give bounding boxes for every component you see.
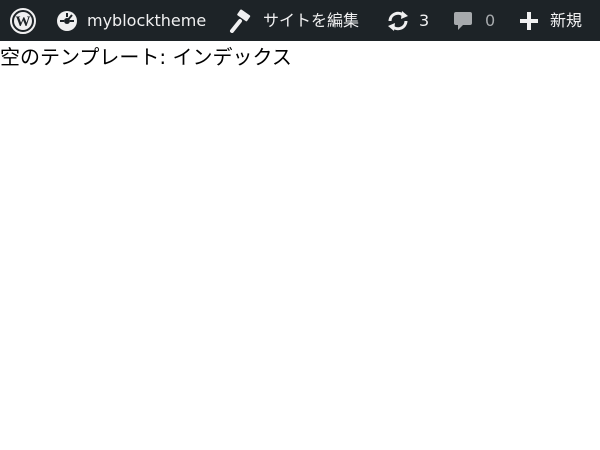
updates-count: 3 <box>419 11 430 30</box>
new-content-label: 新規 <box>550 11 583 30</box>
paintbrush-icon <box>228 8 254 33</box>
admin-bar: W myblocktheme サイトを編集 3 0 新規 <box>0 0 600 41</box>
dashboard-gauge-icon <box>56 10 78 32</box>
wp-logo-menu[interactable]: W <box>8 0 38 41</box>
comments-button[interactable]: 0 <box>452 0 495 41</box>
edit-site-label: サイトを編集 <box>263 11 360 30</box>
comment-bubble-icon <box>452 10 474 32</box>
svg-text:W: W <box>16 14 31 30</box>
new-content-button[interactable]: 新規 <box>519 0 582 41</box>
edit-site-button[interactable]: サイトを編集 <box>228 0 359 41</box>
site-name-menu[interactable]: myblocktheme <box>56 0 206 41</box>
wordpress-logo-icon: W <box>10 7 36 34</box>
site-name-label: myblocktheme <box>87 11 207 30</box>
plus-icon <box>519 11 539 31</box>
comments-count: 0 <box>485 11 496 30</box>
updates-button[interactable]: 3 <box>386 0 429 41</box>
empty-template-text: 空のテンプレート: インデックス <box>0 45 292 69</box>
update-arrows-icon <box>386 10 410 32</box>
